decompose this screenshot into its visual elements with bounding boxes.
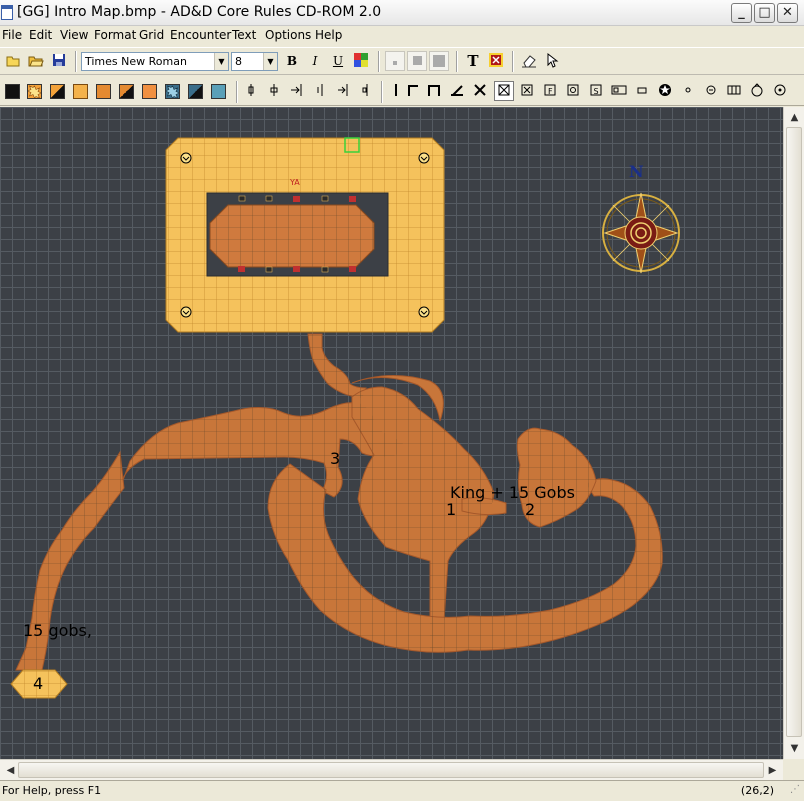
door-tool-icon[interactable] [241, 81, 261, 101]
ya-label: YA [290, 178, 300, 187]
text-color-icon[interactable] [351, 51, 371, 71]
fill-cave-swatch[interactable] [142, 84, 157, 99]
king-label: King + 15 Gobs [450, 483, 575, 502]
bed-tool-icon[interactable] [609, 81, 629, 101]
chevron-down-icon: ▼ [214, 53, 228, 70]
wall-corner-tool-icon[interactable] [403, 81, 423, 101]
menu-options[interactable]: Options [265, 28, 311, 42]
drawing-toolbar: F S [0, 77, 804, 106]
gobs-label: 15 gobs, [23, 621, 92, 640]
menu-bar: File Edit View Format Grid Encounter Tex… [0, 26, 804, 45]
italic-button[interactable]: I [305, 51, 325, 71]
statue-tool-icon[interactable] [655, 81, 675, 101]
cave-system [15, 333, 663, 671]
underline-button[interactable]: U [328, 51, 348, 71]
room-2-label: 2 [525, 500, 536, 519]
bookshelf-tool-icon[interactable] [724, 81, 744, 101]
font-name-value: Times New Roman [85, 55, 187, 68]
save-disk-icon[interactable] [49, 51, 69, 71]
close-button[interactable]: ✕ [777, 3, 798, 23]
status-bar: For Help, press F1 (26,2) ⋰ [0, 780, 804, 801]
compass-north-label: N [629, 162, 644, 181]
align-left-button[interactable] [385, 51, 405, 71]
well-tool-icon[interactable] [770, 81, 790, 101]
menu-edit[interactable]: Edit [29, 28, 52, 42]
document-icon [1, 5, 13, 20]
column-tool-icon[interactable] [563, 81, 583, 101]
fill-black-swatch[interactable] [5, 84, 20, 99]
menu-help[interactable]: Help [315, 28, 342, 42]
wall-diagonal-tool-icon[interactable] [447, 81, 467, 101]
menu-text[interactable]: Text [232, 28, 256, 42]
secret-door-tool-icon[interactable] [264, 81, 284, 101]
svg-text:S: S [594, 87, 599, 96]
fill-burst-swatch[interactable] [26, 84, 43, 99]
dot-tool-icon[interactable] [678, 81, 698, 101]
wall-arch-tool-icon[interactable] [424, 81, 444, 101]
title-bar[interactable]: [GG] Intro Map.bmp - AD&D Core Rules CD-… [0, 0, 804, 26]
locked-door-tool-icon[interactable] [356, 81, 376, 101]
bold-button[interactable]: B [282, 51, 302, 71]
chest-tool-icon[interactable] [632, 81, 652, 101]
maximize-button[interactable]: □ [754, 3, 775, 23]
font-size-select[interactable]: 8 ▼ [231, 52, 278, 71]
room-1-label: 1 [446, 500, 457, 519]
fill-deep-water-swatch[interactable] [211, 84, 226, 99]
new-file-icon[interactable] [3, 51, 23, 71]
map-canvas[interactable]: N YA 3 King + 15 Gobs 1 2 15 gobs, 4 [0, 107, 783, 759]
font-name-select[interactable]: Times New Roman ▼ [81, 52, 229, 71]
vertical-scrollbar[interactable]: ▲ ▼ [783, 107, 804, 759]
menu-encounter[interactable]: Encounter [170, 28, 231, 42]
pit-tool-icon[interactable] [517, 81, 537, 101]
room-4-label: 4 [33, 674, 44, 693]
scroll-right-icon[interactable]: ▶ [764, 762, 781, 779]
application-window: [GG] Intro Map.bmp - AD&D Core Rules CD-… [0, 0, 804, 801]
delete-wall-tool-icon[interactable] [470, 81, 490, 101]
fill-diagonal-water-swatch[interactable] [188, 84, 203, 99]
horizontal-scroll-thumb[interactable] [18, 762, 764, 778]
portcullis-tool-icon[interactable] [310, 81, 330, 101]
furniture-f-tool-icon[interactable]: F [540, 81, 560, 101]
fill-rough-swatch[interactable] [96, 84, 111, 99]
menu-format[interactable]: Format [94, 28, 136, 42]
stairs-s-tool-icon[interactable]: S [586, 81, 606, 101]
trap-tool-icon[interactable] [494, 81, 514, 101]
main-hall [165, 137, 445, 333]
scroll-up-icon[interactable]: ▲ [786, 109, 803, 126]
altar-tool-icon[interactable] [747, 81, 767, 101]
fill-diagonal-swatch[interactable] [50, 84, 65, 99]
vertical-scroll-thumb[interactable] [786, 127, 802, 737]
arrow-door-tool-icon[interactable] [333, 81, 353, 101]
circle-tool-icon[interactable] [701, 81, 721, 101]
text-box-icon[interactable] [486, 51, 506, 71]
horizontal-scrollbar[interactable]: ◀ ▶ [0, 759, 783, 780]
main-toolbar: Times New Roman ▼ 8 ▼ B I U T [0, 47, 804, 75]
window-title: [GG] Intro Map.bmp - AD&D Core Rules CD-… [17, 4, 382, 20]
door-right-tool-icon[interactable] [287, 81, 307, 101]
font-size-value: 8 [235, 55, 242, 68]
svg-text:F: F [548, 87, 553, 96]
resize-grip-icon[interactable]: ⋰ [790, 784, 802, 798]
compass-rose [602, 192, 680, 274]
scroll-left-icon[interactable]: ◀ [2, 762, 19, 779]
align-right-button[interactable] [429, 51, 449, 71]
minimize-button[interactable]: _ [731, 3, 752, 23]
chevron-down-icon: ▼ [263, 53, 277, 70]
room-3-label: 3 [330, 449, 341, 468]
fill-water-swatch[interactable] [164, 84, 181, 99]
align-center-button[interactable] [407, 51, 427, 71]
menu-file[interactable]: File [2, 28, 22, 42]
eraser-icon[interactable] [519, 51, 539, 71]
status-help-text: For Help, press F1 [2, 784, 102, 797]
menu-grid[interactable]: Grid [139, 28, 164, 42]
text-tool-button[interactable]: T [463, 51, 483, 71]
fill-diagonal-cave-swatch[interactable] [119, 84, 134, 99]
pointer-icon[interactable] [542, 51, 562, 71]
menu-view[interactable]: View [60, 28, 88, 42]
scroll-down-icon[interactable]: ▼ [786, 740, 803, 757]
cursor-coordinates: (26,2) [740, 784, 774, 797]
open-folder-icon[interactable] [26, 51, 46, 71]
scrollbar-corner [783, 759, 804, 780]
fill-room-swatch[interactable] [73, 84, 88, 99]
